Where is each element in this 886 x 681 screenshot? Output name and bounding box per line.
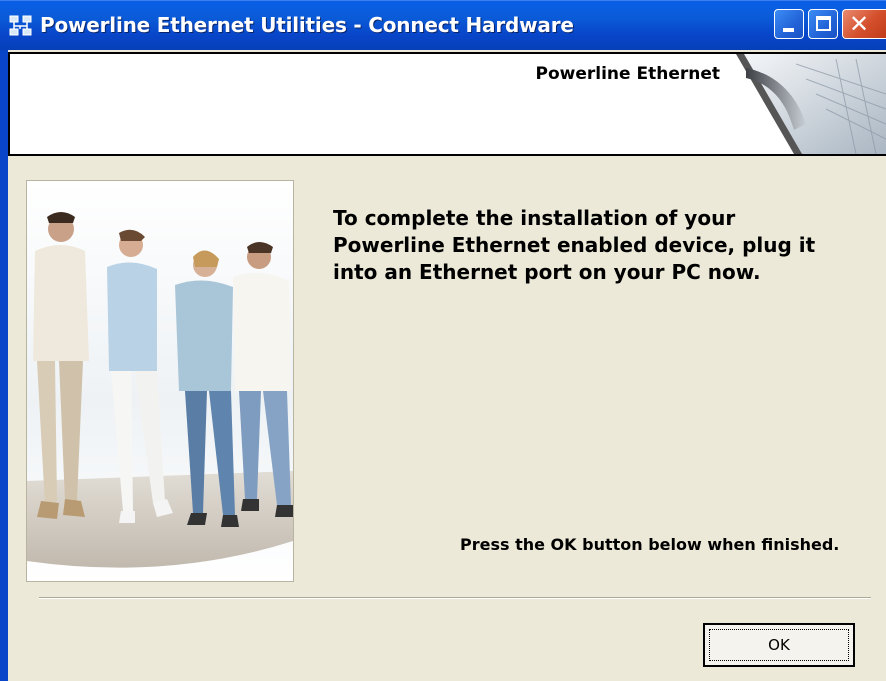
minimize-icon: [783, 28, 794, 32]
people-illustration: [27, 181, 293, 581]
maximize-button[interactable]: [808, 9, 838, 39]
title-bar[interactable]: Powerline Ethernet Utilities - Connect H…: [0, 0, 886, 50]
people-photo: [26, 180, 294, 582]
banner-graphic: [736, 54, 886, 154]
header-banner: Powerline Ethernet: [8, 52, 886, 156]
window-title: Powerline Ethernet Utilities - Connect H…: [40, 13, 574, 37]
banner-title: Powerline Ethernet: [535, 64, 720, 84]
separator: [39, 597, 871, 599]
ok-button[interactable]: OK: [703, 623, 855, 667]
close-button[interactable]: ✕: [842, 9, 886, 39]
window-frame-left: [0, 50, 8, 681]
instruction-text: To complete the installation of your Pow…: [333, 206, 816, 284]
close-icon: ✕: [849, 10, 870, 38]
finish-note: Press the OK button below when finished.: [460, 535, 840, 554]
minimize-button[interactable]: [774, 9, 804, 39]
network-icon: [9, 15, 32, 36]
maximize-icon: [816, 16, 831, 31]
dialog-window: Powerline Ethernet Utilities - Connect H…: [0, 0, 886, 681]
ok-button-label: OK: [768, 636, 790, 654]
